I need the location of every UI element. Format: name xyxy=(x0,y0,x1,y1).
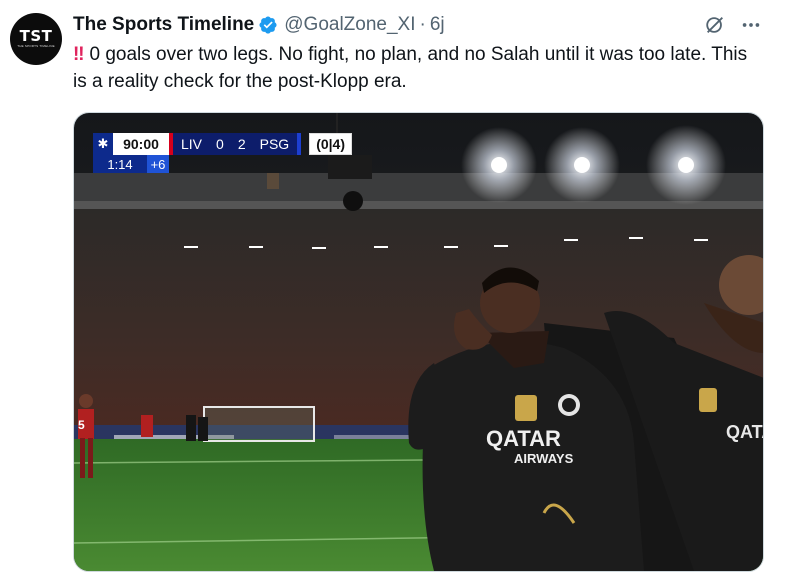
author-handle[interactable]: @GoalZone_XI xyxy=(284,14,415,36)
tweet-text-body: 0 goals over two legs. No fight, no plan… xyxy=(73,44,748,92)
tweet-photo[interactable]: QATAR AIRWAYS QATA 5 ✱ 90:00 LIV 0 2 PSG… xyxy=(73,112,764,572)
player-number: 5 xyxy=(78,418,85,432)
score-line: LIV 0 2 PSG xyxy=(173,133,298,155)
verified-badge-icon xyxy=(258,15,278,35)
scorebug: ✱ 90:00 LIV 0 2 PSG (0|4) 1:14 +6 xyxy=(93,133,353,173)
avatar[interactable]: TST THE SPORTS TIMELINE xyxy=(10,13,62,65)
avatar-logo-text: TST xyxy=(19,27,53,45)
tweet-header: The Sports Timeline @GoalZone_XI · 6j xyxy=(73,12,445,38)
match-clock: 90:00 xyxy=(113,133,169,155)
home-team: LIV xyxy=(181,136,203,152)
champions-league-icon: ✱ xyxy=(93,133,113,155)
double-exclamation-emoji: ‼ xyxy=(73,44,85,65)
more-icon[interactable] xyxy=(740,14,762,41)
stoppage-elapsed: 1:14 xyxy=(93,155,147,173)
aggregate-score: (0|4) xyxy=(309,133,353,155)
away-score: 2 xyxy=(237,136,246,152)
separator-dot: · xyxy=(419,14,426,35)
sponsor-text-partial: QATA xyxy=(726,422,763,442)
grok-icon[interactable] xyxy=(704,14,726,41)
sponsor-text-line2: AIRWAYS xyxy=(514,451,574,466)
tweet[interactable]: TST THE SPORTS TIMELINE The Sports Timel… xyxy=(0,0,800,578)
tweet-timestamp[interactable]: 6j xyxy=(430,14,445,36)
stoppage-added: +6 xyxy=(147,155,169,173)
avatar-logo-subtext: THE SPORTS TIMELINE xyxy=(17,44,55,48)
away-color-stripe xyxy=(297,133,302,155)
away-team: PSG xyxy=(259,136,290,152)
home-score: 0 xyxy=(216,136,224,152)
tweet-text: ‼ 0 goals over two legs. No fight, no pla… xyxy=(73,41,753,95)
match-photo: QATAR AIRWAYS QATA 5 xyxy=(74,113,763,571)
author-name[interactable]: The Sports Timeline xyxy=(73,14,254,36)
tweet-actions-top xyxy=(704,14,762,41)
sponsor-text-line1: QATAR xyxy=(486,426,561,451)
